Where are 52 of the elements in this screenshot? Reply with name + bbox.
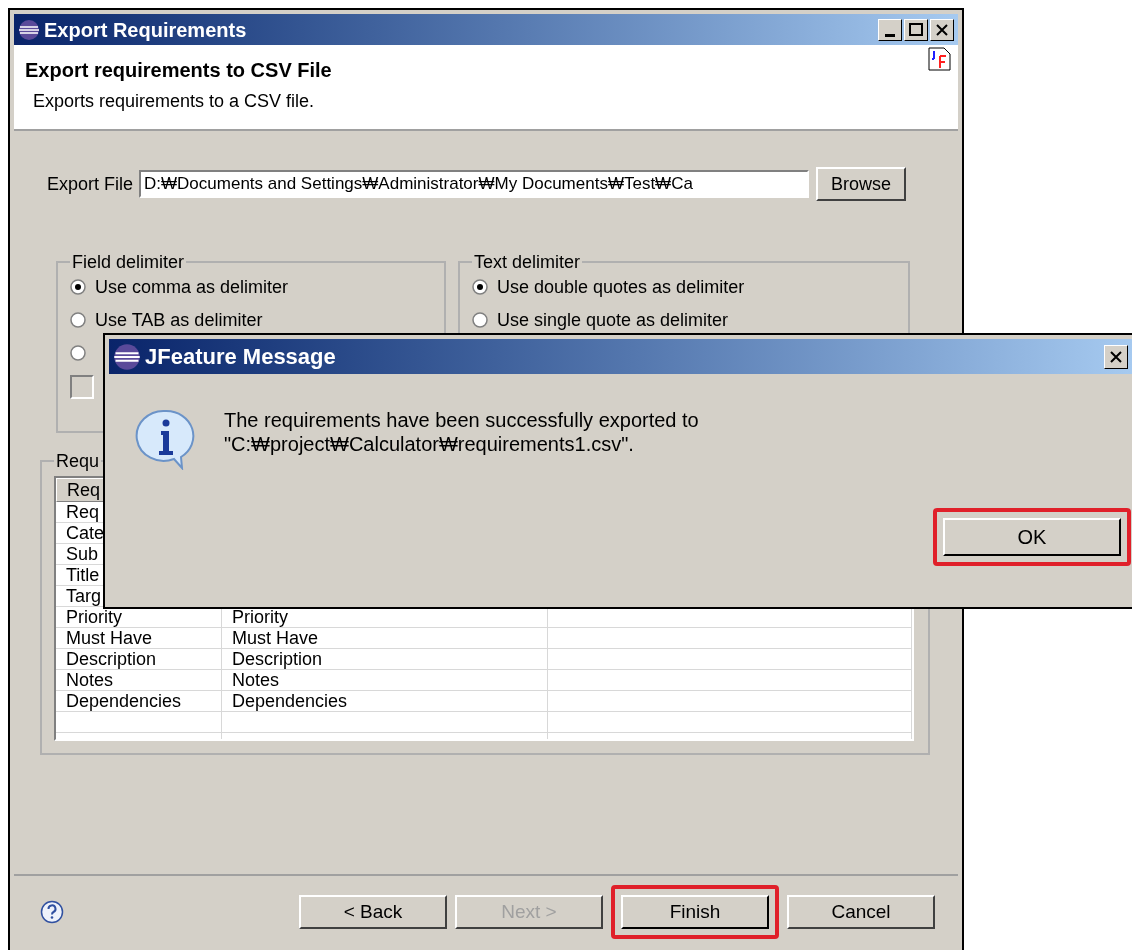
option-label: Use double quotes as delimiter [497,276,745,297]
close-icon [1110,350,1122,363]
ok-button[interactable]: OK [943,518,1121,556]
wizard-button[interactable]: Finish [621,895,769,929]
table-cell: Must Have [66,628,153,648]
page-description: Exports requirements to a CSV file. [33,90,316,112]
table-cell: Sub [66,544,99,564]
table-cell: Description [66,649,157,669]
close-icon [936,23,948,36]
table-cell: Cate [66,523,105,543]
field-label: Export File [47,172,134,196]
table-cell: Description [232,649,323,669]
export-file-field[interactable]: D:₩Documents and Settings₩Administrator₩My Documents₩Test₩Ca [139,170,810,198]
table-cell: Priority [66,607,122,627]
table-cell: Dependencies [232,691,348,711]
table-cell: Must Have [232,628,319,648]
maximize-button[interactable] [904,18,928,41]
app-icon [18,18,40,41]
radio-button[interactable] [70,344,86,361]
help-icon[interactable] [40,900,64,924]
table-cell: Dependencies [66,691,182,711]
close-button[interactable] [1104,344,1128,369]
table-cell: Notes [66,670,114,690]
radio-button[interactable] [472,278,488,295]
group-title: Field delimiter [71,251,186,273]
page-title: Export requirements to CSV File [25,58,332,82]
wizard-button[interactable]: < Back [299,895,447,929]
browse-button[interactable]: Browse [816,167,907,201]
wizard-button[interactable]: Cancel [787,895,935,929]
option-label: Use comma as delimiter [95,276,289,297]
checkbox[interactable] [70,375,94,399]
minimize-button[interactable] [878,18,902,41]
table-cell: Title [66,565,100,585]
dialog-title: JFeature Message [145,345,336,368]
group-title: Text delimiter [473,251,582,273]
radio-button[interactable] [70,311,86,328]
table-cell: Priority [232,607,288,627]
information-icon [135,408,197,470]
option-label: Use TAB as delimiter [95,309,263,330]
app-icon [113,342,141,371]
radio-button[interactable] [70,278,86,295]
minimize-icon [885,33,895,37]
close-button[interactable] [930,18,954,41]
window-title: Export Requirements [44,19,247,40]
message-text: The requirements have been successfully exported to "C:₩project₩Calculator₩requirements1.csv". [224,408,699,457]
table-cell: Targ [66,586,101,606]
table-cell: Notes [232,670,280,690]
group-title: Requ [55,450,101,472]
maximize-icon [909,23,923,36]
table-cell: Req [66,502,100,522]
radio-button[interactable] [472,311,488,328]
option-label: Use single quote as delimiter [497,309,729,330]
